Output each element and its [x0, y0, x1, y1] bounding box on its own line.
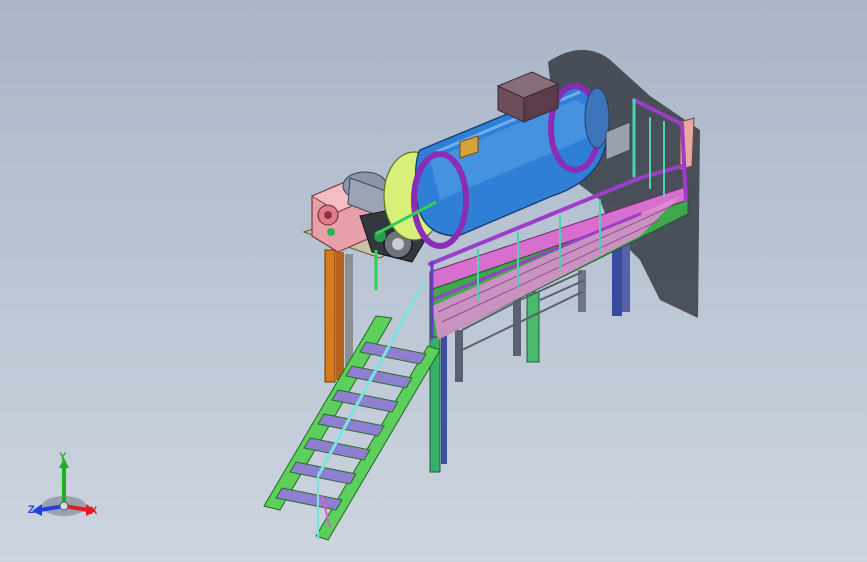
cad-graphics-viewport[interactable]: Y X Z: [0, 0, 867, 562]
triad-origin: [59, 501, 69, 511]
z-axis-label: Z: [28, 504, 35, 516]
x-axis-label: X: [90, 505, 98, 517]
y-axis-label: Y: [59, 451, 67, 463]
dryer-assembly-model[interactable]: [0, 0, 867, 562]
